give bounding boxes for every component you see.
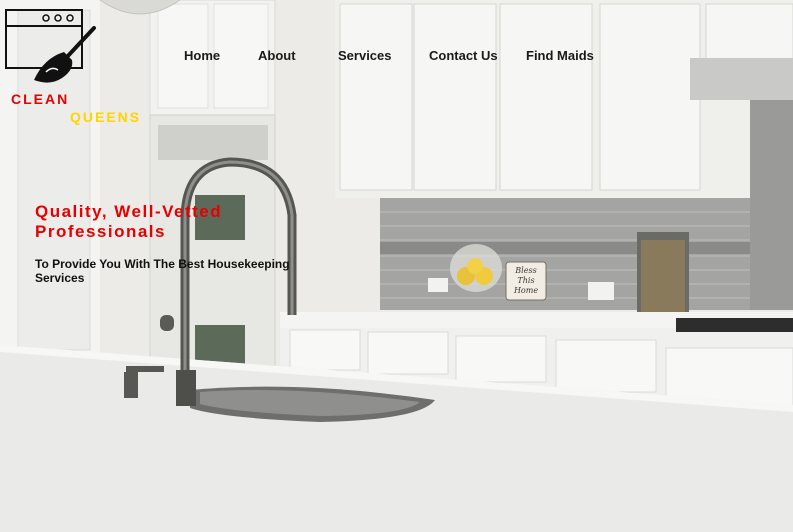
nav-link-home[interactable]: Home	[184, 48, 220, 63]
nav-link-services[interactable]: Services	[338, 48, 392, 63]
hero-subheadline: To Provide You With The Best Housekeepin…	[35, 257, 290, 285]
sign-text-line-2: This	[517, 276, 534, 285]
nav-link-find-maids[interactable]: Find Maids	[526, 48, 594, 63]
sign-text-line-3: Home	[513, 286, 538, 295]
nav-link-about[interactable]: About	[258, 48, 296, 63]
brand-name-line-1: CLEAN	[11, 91, 70, 107]
browser-window-with-broom-icon	[5, 9, 96, 83]
brand-name-line-2: QUEENS	[70, 109, 142, 125]
nav-link-contact-us[interactable]: Contact Us	[429, 48, 498, 63]
brand-logo[interactable]	[4, 6, 144, 126]
sign-text-line-1: Bless	[514, 266, 536, 275]
hero-headline: Quality, Well-Vetted Professionals	[35, 202, 223, 241]
